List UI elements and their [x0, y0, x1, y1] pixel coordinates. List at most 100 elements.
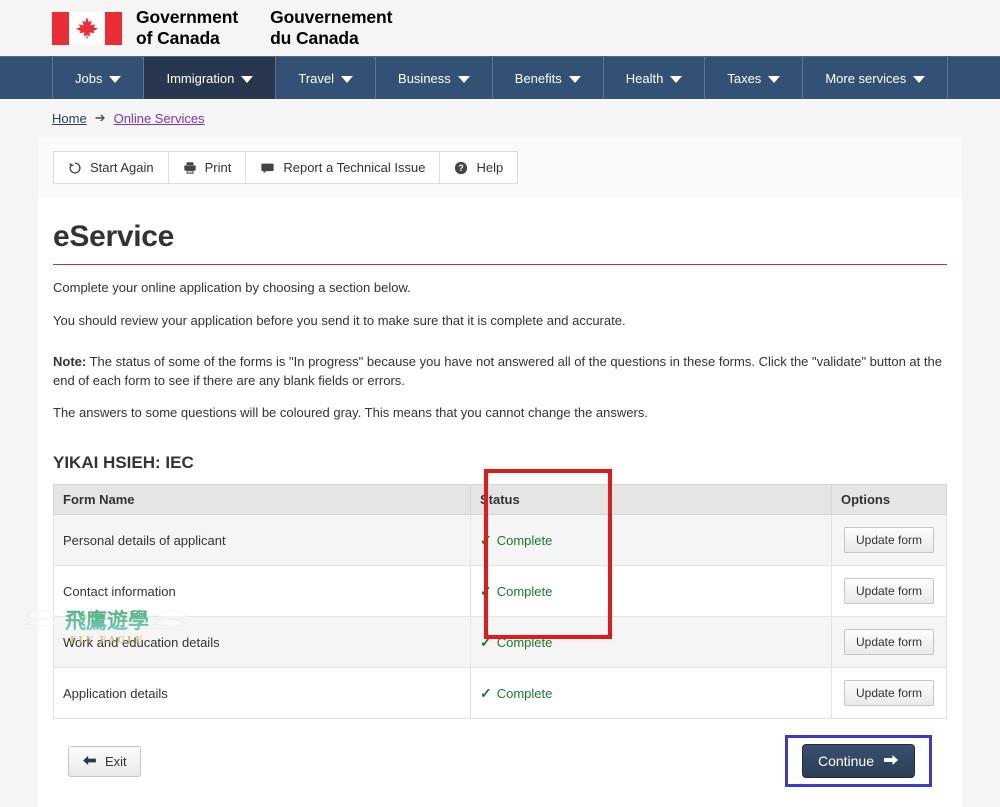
options-cell: Update form: [831, 616, 947, 669]
wordmark-fr-line2: du Canada: [270, 28, 359, 48]
start-again-button[interactable]: Start Again: [53, 151, 168, 184]
status-label: Complete: [496, 634, 553, 650]
nav-item-more-services[interactable]: More services: [803, 57, 949, 99]
check-icon: ✓: [480, 582, 492, 599]
intro-text: Complete your online application by choo…: [53, 280, 411, 295]
table-row: Application details ✓ Complete Update for…: [53, 667, 947, 720]
nav-label-travel: Travel: [298, 70, 335, 86]
update-form-button[interactable]: Update form: [843, 629, 935, 656]
continue-label: Continue: [817, 753, 874, 770]
chevron-down-icon: [768, 75, 781, 83]
options-cell: Update form: [831, 565, 947, 618]
forms-table: Form Name Status Options Personal detail…: [53, 484, 947, 720]
chevron-down-icon: [568, 75, 581, 83]
form-name-cell: Work and education details: [53, 616, 471, 669]
page-content: eService Complete your online applicatio…: [38, 220, 962, 788]
report-issue-label: Report a Technical Issue: [283, 160, 426, 175]
refresh-icon: [68, 161, 82, 175]
chevron-down-icon: [913, 75, 926, 83]
status-label: Complete: [496, 583, 553, 599]
nav-item-travel[interactable]: Travel: [276, 57, 377, 99]
start-again-label: Start Again: [90, 160, 154, 175]
form-name-cell: Personal details of applicant: [53, 514, 471, 567]
question-mark-circle-icon: ?: [454, 161, 468, 175]
wordmark: Government of Canada Gouvernement du Can…: [136, 7, 392, 50]
nav-label-more-services: More services: [825, 70, 907, 86]
svg-text:?: ?: [459, 163, 464, 173]
column-header-options: Options: [831, 484, 947, 516]
chevron-down-icon: [670, 75, 683, 83]
help-button[interactable]: ? Help: [439, 151, 519, 184]
status-label: Complete: [496, 532, 553, 548]
table-row: Work and education details ✓ Complete Upd…: [53, 616, 947, 669]
forms-table-body: Personal details of applicant ✓ Complete …: [53, 514, 947, 720]
nav-item-jobs[interactable]: Jobs: [52, 57, 145, 99]
nav-item-immigration[interactable]: Immigration: [144, 57, 277, 99]
note-text: Note: The status of some of the forms is…: [53, 353, 947, 391]
main-navigation: Jobs Immigration Travel Business Benefit…: [0, 56, 1000, 99]
status-cell: ✓ Complete: [470, 514, 832, 567]
speech-bubble-icon: [260, 161, 275, 175]
update-form-button[interactable]: Update form: [843, 578, 935, 605]
wordmark-en-line2: of Canada: [136, 28, 220, 48]
help-label: Help: [476, 160, 504, 175]
action-toolbar: Start Again Print Report a Technical Iss…: [38, 137, 962, 198]
exit-button[interactable]: Exit: [68, 745, 141, 777]
arrow-left-icon: [82, 754, 97, 769]
footer-buttons: Exit Continue: [53, 719, 947, 788]
nav-label-benefits: Benefits: [514, 70, 562, 86]
main-panel: Start Again Print Report a Technical Iss…: [38, 137, 962, 807]
form-name-cell: Contact information: [53, 565, 471, 618]
page-title: eService: [53, 220, 947, 265]
nav-item-taxes[interactable]: Taxes: [705, 57, 804, 99]
print-label: Print: [204, 160, 232, 175]
note-label: Note:: [53, 353, 87, 369]
status-cell: ✓ Complete: [470, 565, 832, 618]
status-cell: ✓ Complete: [470, 616, 832, 669]
update-form-button[interactable]: Update form: [843, 680, 935, 707]
report-issue-button[interactable]: Report a Technical Issue: [245, 151, 440, 184]
forms-table-head: Form Name Status Options: [53, 484, 947, 516]
check-icon: ✓: [480, 633, 492, 650]
breadcrumb-online-services[interactable]: Online Services: [114, 111, 205, 126]
form-name-cell: Application details: [53, 667, 471, 720]
check-icon: ✓: [480, 531, 492, 548]
nav-item-business[interactable]: Business: [376, 57, 493, 99]
check-icon: ✓: [480, 684, 492, 701]
update-form-button[interactable]: Update form: [843, 527, 935, 554]
nav-label-business: Business: [398, 70, 451, 86]
review-text: You should review your application befor…: [53, 312, 626, 328]
chevron-down-icon: [457, 75, 470, 83]
table-row: Contact information ✓ Complete Update for…: [53, 565, 947, 618]
chevron-down-icon: [241, 75, 254, 83]
nav-item-benefits[interactable]: Benefits: [493, 57, 604, 99]
print-button[interactable]: Print: [167, 151, 246, 184]
table-header-row: Form Name Status Options: [53, 484, 947, 516]
options-cell: Update form: [831, 514, 947, 567]
column-header-status: Status: [470, 484, 832, 516]
breadcrumb-home[interactable]: Home: [52, 111, 87, 126]
column-header-form-name: Form Name: [53, 484, 471, 516]
wordmark-fr-line1: Gouvernement: [270, 6, 393, 27]
arrow-right-icon: ➔: [94, 110, 106, 125]
status-label: Complete: [496, 685, 553, 701]
canada-flag-icon: [52, 11, 122, 45]
nav-label-jobs: Jobs: [75, 70, 103, 86]
flag-bar-right: [105, 11, 122, 45]
toolbar-button-group: Start Again Print Report a Technical Iss…: [53, 151, 519, 184]
breadcrumb: Home ➔ Online Services: [0, 99, 1000, 137]
nav-item-health[interactable]: Health: [604, 57, 706, 99]
arrow-right-icon: [883, 753, 899, 769]
chevron-down-icon: [341, 75, 354, 83]
chevron-down-icon: [109, 75, 122, 83]
maple-leaf-icon: [76, 17, 98, 39]
table-row: Personal details of applicant ✓ Complete …: [53, 514, 947, 567]
wordmark-en-line1: Government: [136, 6, 239, 27]
printer-icon: [183, 161, 197, 175]
gray-note-text: The answers to some questions will be co…: [53, 405, 648, 421]
site-header: Government of Canada Gouvernement du Can…: [0, 0, 1000, 56]
flag-bar-left: [52, 11, 69, 45]
continue-annotation-box: Continue: [784, 735, 932, 788]
continue-button[interactable]: Continue: [801, 744, 915, 779]
